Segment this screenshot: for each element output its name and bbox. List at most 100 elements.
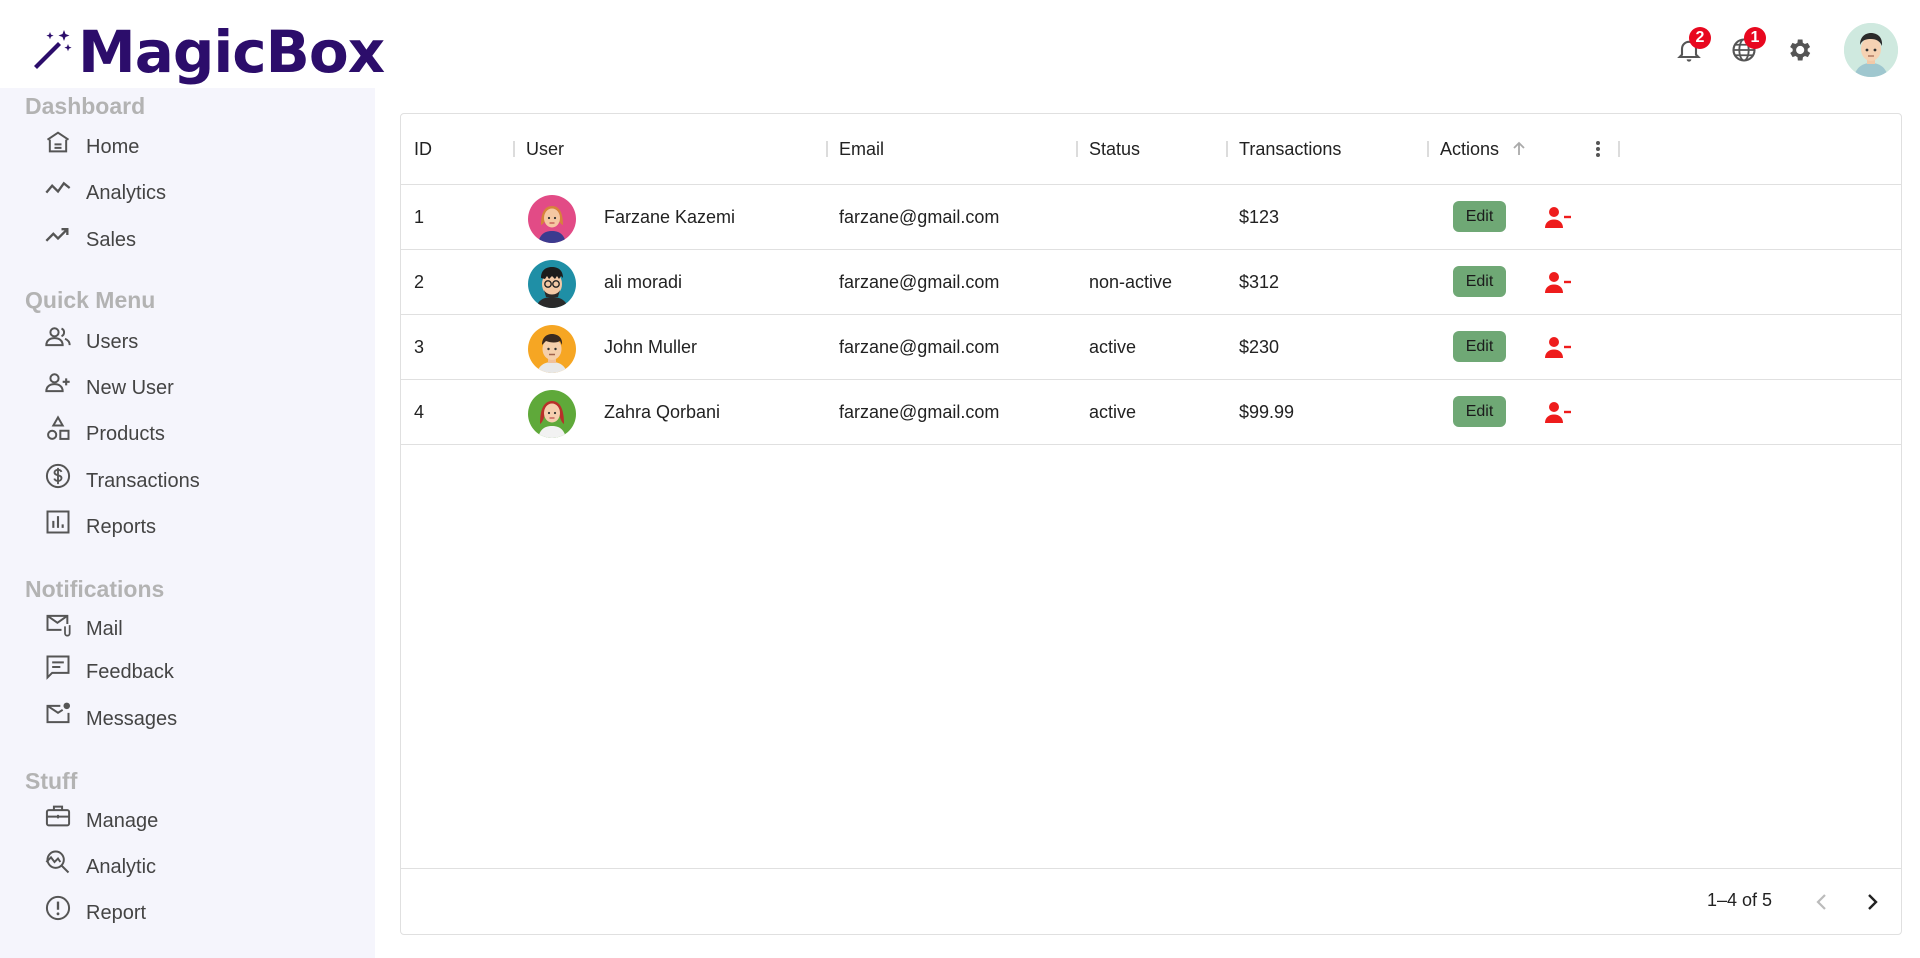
sidebar-item-analytic[interactable]: Analytic [44, 848, 156, 882]
section-title-dashboard: Dashboard [25, 93, 146, 119]
remove-user-icon[interactable] [1543, 333, 1573, 363]
sidebar-item-home[interactable]: Home [44, 128, 139, 162]
home-icon [44, 128, 74, 158]
sidebar-item-label: Home [86, 136, 140, 158]
profile-avatar[interactable] [1844, 23, 1898, 77]
next-page-button[interactable] [1858, 888, 1886, 916]
chevron-left-icon [1816, 894, 1826, 910]
sidebar-item-feedback[interactable]: Feedback [44, 653, 174, 687]
cell-id: 2 [414, 272, 425, 292]
column-header-actions[interactable]: Actions [1440, 114, 1499, 184]
column-separator[interactable] [1226, 141, 1228, 157]
sidebar-item-label: Feedback [86, 661, 174, 683]
cell-status: active [1089, 337, 1137, 357]
cell-user-name: ali moradi [604, 272, 683, 292]
top-bar: MagicBox [0, 0, 1920, 90]
cell-user-name: John Muller [604, 337, 698, 357]
chevron-right-icon [1868, 894, 1878, 910]
remove-user-icon[interactable] [1543, 268, 1573, 298]
pagination-info: 1–4 of 5 [1706, 890, 1772, 910]
column-separator[interactable] [1427, 141, 1429, 157]
cell-transactions: $312 [1239, 272, 1280, 292]
user-avatar [528, 325, 576, 373]
sidebar-item-label: Analytics [86, 182, 167, 204]
cell-email: farzane@gmail.com [839, 402, 1000, 422]
sidebar-item-label: Analytic [86, 856, 157, 878]
sidebar-item-messages[interactable]: Messages [44, 700, 177, 734]
column-separator[interactable] [1618, 141, 1620, 157]
work-icon [44, 802, 74, 832]
cell-email: farzane@gmail.com [839, 272, 1000, 292]
table-row[interactable]: 2 ali moradi farzane@gmail.com non-activ… [401, 250, 1901, 315]
table-row[interactable]: 4 Zahra Qorbani farzane@gmail.com active… [401, 380, 1901, 445]
edit-button[interactable]: Edit [1453, 396, 1506, 427]
edit-button[interactable]: Edit [1453, 266, 1506, 297]
cell-status: active [1089, 402, 1137, 422]
column-header-transactions[interactable]: Transactions [1239, 114, 1341, 184]
cell-transactions: $99.99 [1239, 402, 1295, 422]
logo[interactable]: MagicBox [28, 18, 385, 86]
shapes-icon [44, 415, 74, 445]
column-header-user[interactable]: User [526, 114, 564, 184]
sidebar-item-label: Products [86, 423, 165, 445]
column-separator[interactable] [513, 141, 515, 157]
cell-user-name: Zahra Qorbani [604, 402, 721, 422]
column-header-status[interactable]: Status [1089, 114, 1140, 184]
globe-icon [1730, 38, 1758, 68]
unread-mail-icon [44, 700, 74, 730]
edit-button[interactable]: Edit [1453, 201, 1506, 232]
notifications-button[interactable]: 2 [1675, 27, 1711, 68]
notifications-button[interactable] [1360, 36, 1390, 66]
cell-email: farzane@gmail.com [839, 207, 1000, 227]
timeline-icon [44, 174, 74, 204]
column-menu-icon[interactable] [1587, 138, 1609, 160]
sidebar-item-sales[interactable]: Sales [44, 221, 136, 255]
sidebar-item-label: Report [86, 902, 147, 924]
sidebar-item-label: Users [86, 331, 139, 353]
bar-chart-icon [44, 508, 74, 538]
sidebar-item-new-user[interactable]: New User [44, 369, 174, 403]
column-header-id[interactable]: ID [414, 114, 432, 184]
sidebar-item-label: Messages [86, 708, 178, 730]
column-separator[interactable] [1076, 141, 1078, 157]
table-row[interactable]: 3 John Muller farzane@gmail.com active $… [401, 315, 1901, 380]
sidebar-item-label: Transactions [86, 470, 200, 492]
sidebar-item-manage[interactable]: Manage [44, 802, 158, 836]
settings-button[interactable] [1785, 36, 1815, 66]
magic-wand-icon [28, 26, 76, 79]
sidebar-item-users[interactable]: Users [44, 323, 138, 357]
sidebar-item-mail[interactable]: Mail [44, 610, 123, 644]
grid-footer: 1–4 of 5 [401, 868, 1901, 934]
sidebar-item-report[interactable]: Report [44, 894, 146, 928]
sidebar: Dashboard Home Analytics Sales Quick Men… [0, 88, 375, 958]
column-separator[interactable] [826, 141, 828, 157]
cell-transactions: $230 [1239, 337, 1280, 357]
section-title-quick-menu: Quick Menu [25, 287, 156, 313]
table-row[interactable]: 1 Farzane Kazemi farzane@gmail.com $123 … [401, 185, 1901, 250]
user-avatar [528, 260, 576, 308]
sidebar-item-analytics[interactable]: Analytics [44, 174, 166, 208]
add-user-icon [44, 369, 74, 399]
remove-user-icon[interactable] [1543, 398, 1573, 428]
sidebar-item-transactions[interactable]: Transactions [44, 462, 200, 496]
edit-button[interactable]: Edit [1453, 331, 1506, 362]
previous-page-button[interactable] [1808, 888, 1836, 916]
remove-user-icon[interactable] [1543, 203, 1573, 233]
cell-transactions: $123 [1239, 207, 1280, 227]
cell-status: non-active [1089, 272, 1173, 292]
cell-email: farzane@gmail.com [839, 337, 1000, 357]
cell-id: 4 [414, 402, 425, 422]
sidebar-item-reports[interactable]: Reports [44, 508, 156, 542]
dollar-icon [44, 462, 74, 492]
sidebar-item-products[interactable]: Products [44, 415, 165, 449]
language-button[interactable]: 1 [1730, 27, 1766, 68]
bell-icon [1675, 40, 1703, 68]
trending-up-icon [44, 221, 74, 251]
notifications-badge: 2 [1689, 27, 1711, 49]
sidebar-item-label: Sales [86, 229, 137, 251]
sidebar-item-label: Manage [86, 810, 159, 832]
section-title-notifications: Notifications [25, 576, 165, 602]
sort-ascending-icon[interactable] [1509, 139, 1529, 159]
column-header-email[interactable]: Email [839, 114, 884, 184]
section-title-stuff: Stuff [25, 768, 78, 794]
